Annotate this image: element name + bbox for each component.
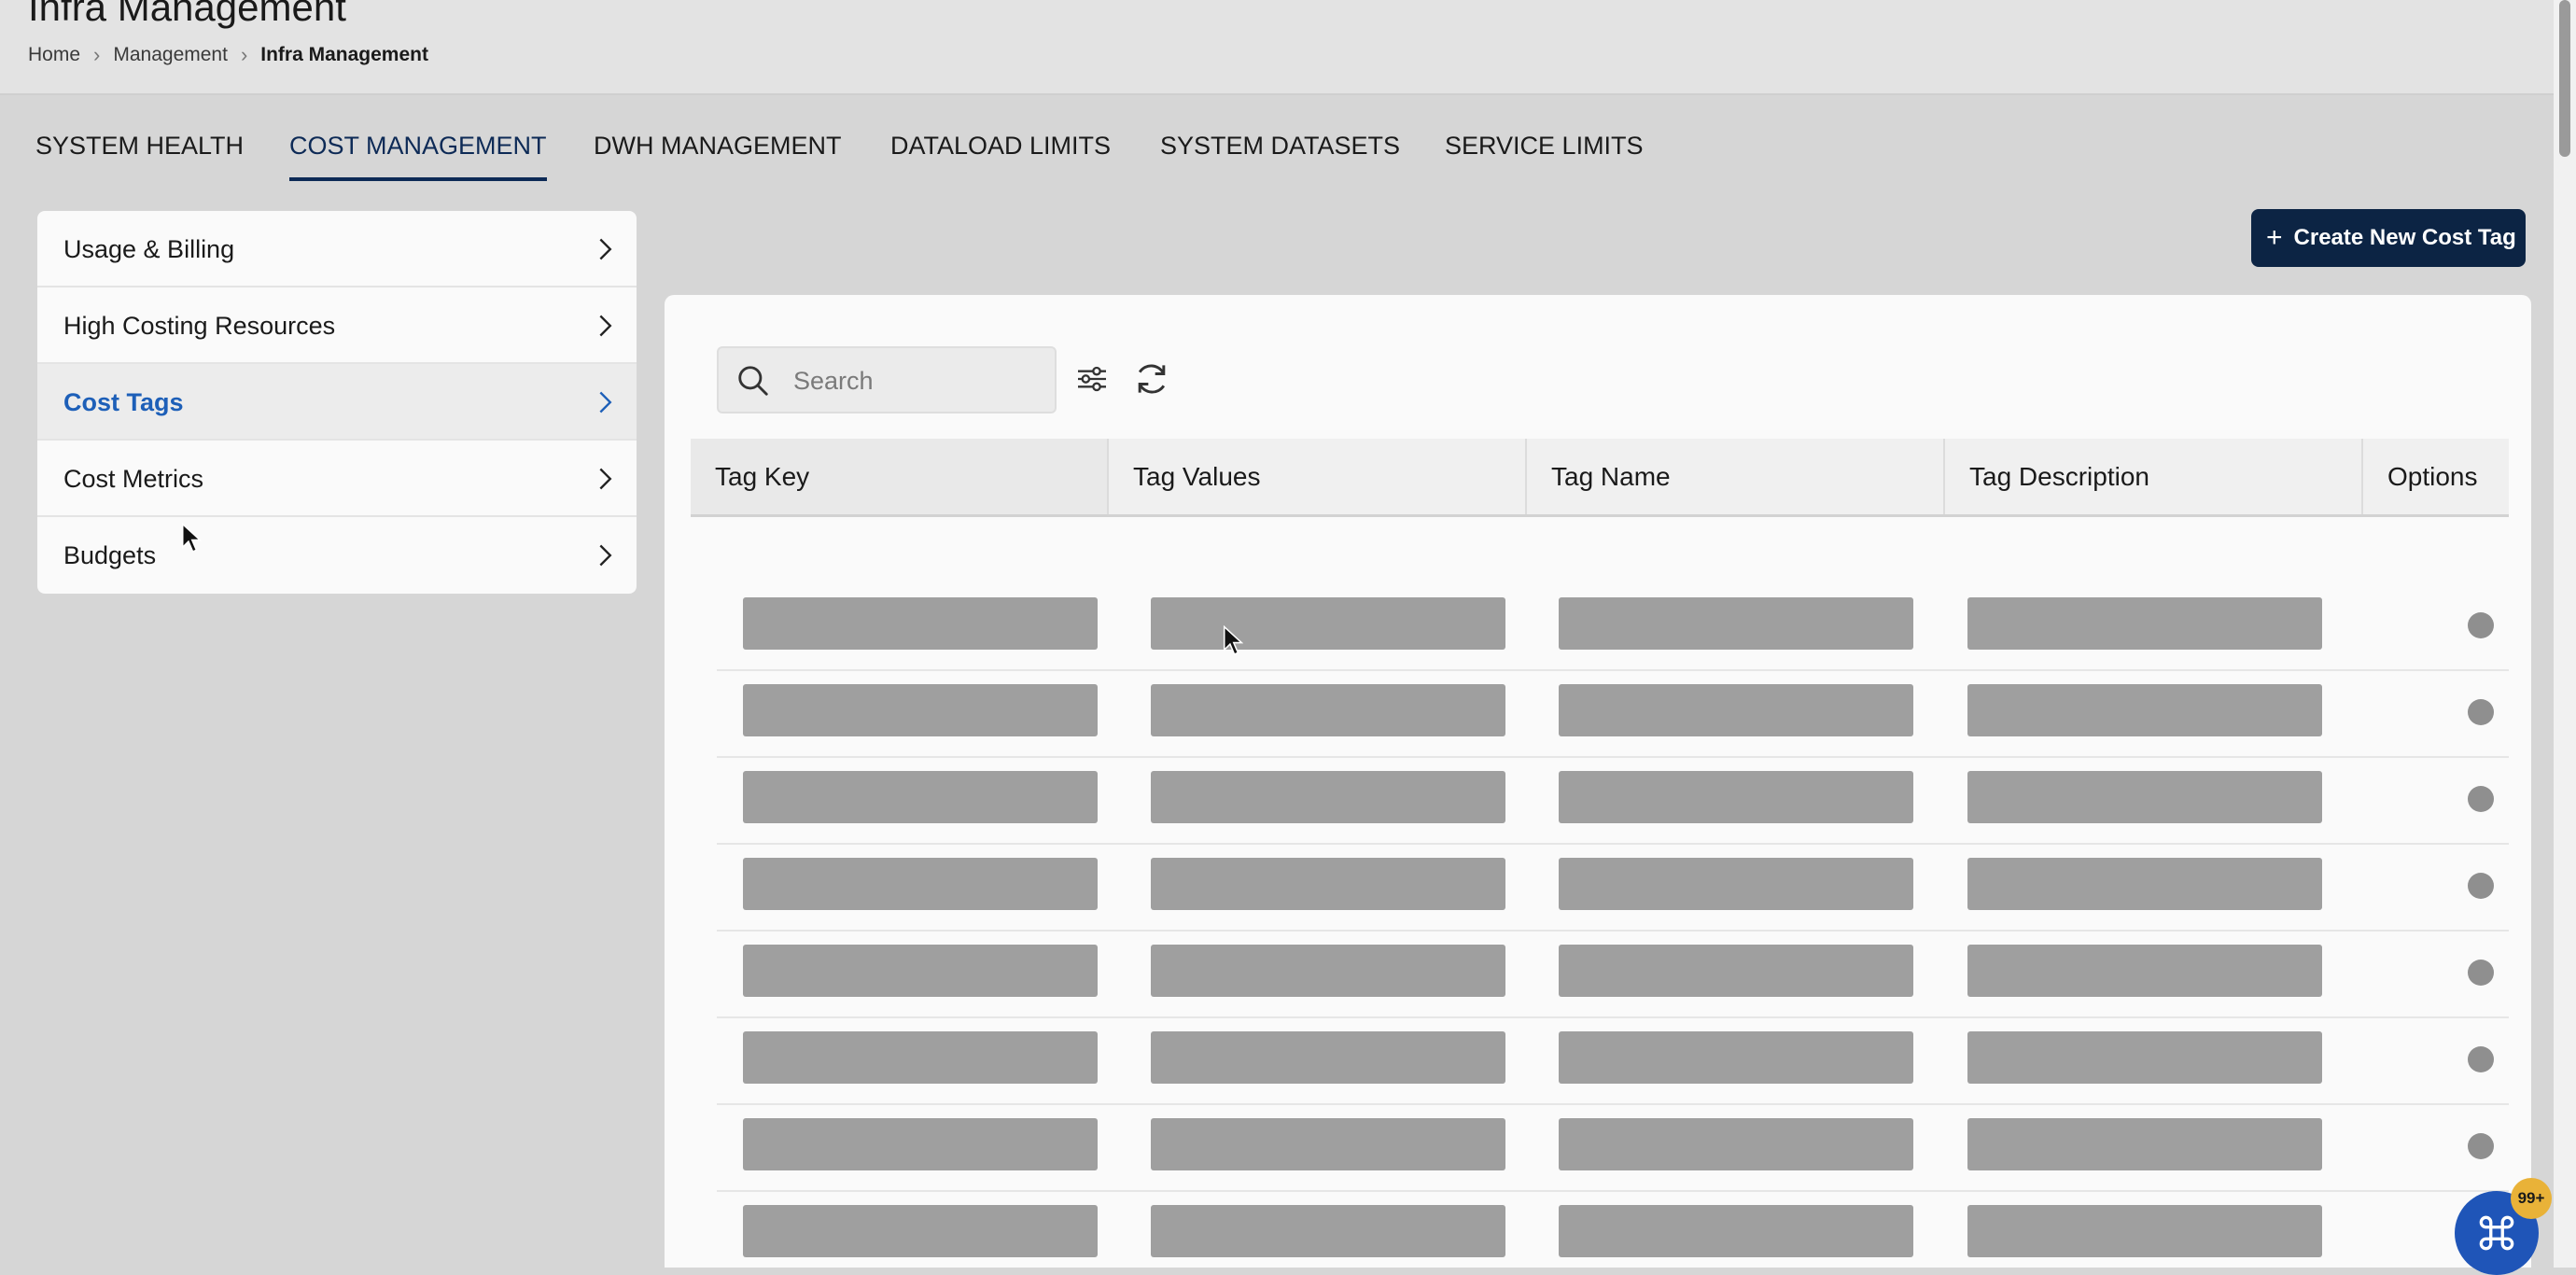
skeleton-cell bbox=[1967, 945, 2322, 997]
tab-system-datasets[interactable]: SYSTEM DATASETS bbox=[1160, 119, 1400, 177]
chevron-right-icon: › bbox=[93, 43, 101, 66]
table-row bbox=[717, 1105, 2509, 1192]
table-row bbox=[717, 758, 2509, 845]
skeleton-cell bbox=[1559, 597, 1913, 650]
skeleton-cell bbox=[743, 597, 1098, 650]
search-box bbox=[717, 346, 1057, 413]
menu-item-budgets[interactable]: Budgets bbox=[37, 517, 637, 594]
tab-cost-management[interactable]: COST MANAGEMENT bbox=[289, 119, 547, 181]
skeleton-cell bbox=[743, 771, 1098, 823]
menu-item-high-costing[interactable]: High Costing Resources bbox=[37, 287, 637, 364]
tab-dwh-management[interactable]: DWH MANAGEMENT bbox=[594, 119, 842, 177]
breadcrumb-home[interactable]: Home bbox=[28, 44, 80, 66]
search-icon bbox=[738, 366, 768, 396]
column-header-tag-name[interactable]: Tag Name bbox=[1527, 439, 1945, 514]
chevron-right-icon bbox=[599, 391, 612, 413]
plus-icon: + bbox=[2266, 222, 2283, 253]
table-row bbox=[717, 1018, 2509, 1105]
menu-item-label: Usage & Billing bbox=[63, 235, 235, 263]
chevron-right-icon bbox=[599, 544, 612, 567]
scrollbar-thumb[interactable] bbox=[2559, 0, 2570, 157]
table-header: Tag Key Tag Values Tag Name Tag Descript… bbox=[691, 439, 2509, 517]
skeleton-cell bbox=[743, 1205, 1098, 1257]
breadcrumb-current: Infra Management bbox=[260, 44, 428, 65]
create-cost-tag-label: Create New Cost Tag bbox=[2293, 225, 2516, 250]
options-placeholder bbox=[2468, 960, 2494, 986]
chevron-right-icon bbox=[599, 468, 612, 490]
search-input[interactable] bbox=[791, 348, 1047, 413]
skeleton-cell bbox=[1559, 771, 1913, 823]
skeleton-cell bbox=[1967, 597, 2322, 650]
skeleton-cell bbox=[1967, 1031, 2322, 1084]
skeleton-cell bbox=[1559, 684, 1913, 736]
skeleton-cell bbox=[1559, 858, 1913, 910]
create-cost-tag-button[interactable]: + Create New Cost Tag bbox=[2251, 209, 2526, 267]
skeleton-cell bbox=[1559, 1205, 1913, 1257]
tab-system-health[interactable]: SYSTEM HEALTH bbox=[35, 119, 244, 177]
options-placeholder bbox=[2468, 786, 2494, 812]
skeleton-cell bbox=[1151, 945, 1505, 997]
menu-item-label: Cost Tags bbox=[63, 388, 184, 416]
skeleton-cell bbox=[1967, 1205, 2322, 1257]
tab-service-limits[interactable]: SERVICE LIMITS bbox=[1445, 119, 1644, 177]
column-header-options: Options bbox=[2387, 462, 2478, 491]
table-row bbox=[717, 584, 2509, 671]
options-placeholder bbox=[2468, 873, 2494, 899]
skeleton-cell bbox=[1967, 1118, 2322, 1170]
skeleton-cell bbox=[743, 684, 1098, 736]
skeleton-cell bbox=[743, 858, 1098, 910]
skeleton-cell bbox=[1967, 771, 2322, 823]
table-row bbox=[717, 1192, 2509, 1268]
options-placeholder bbox=[2468, 1133, 2494, 1159]
column-header-tag-key[interactable]: Tag Key bbox=[691, 439, 1109, 514]
cost-tags-panel: Tag Key Tag Values Tag Name Tag Descript… bbox=[665, 295, 2531, 1268]
options-placeholder bbox=[2468, 1046, 2494, 1072]
chevron-right-icon bbox=[599, 315, 612, 337]
table-row bbox=[717, 671, 2509, 758]
table-row bbox=[717, 845, 2509, 932]
skeleton-cell bbox=[1151, 1118, 1505, 1170]
skeleton-cell bbox=[1559, 945, 1913, 997]
cost-side-menu: Usage & Billing High Costing Resources C… bbox=[37, 211, 637, 594]
skeleton-cell bbox=[1559, 1031, 1913, 1084]
skeleton-cell bbox=[1967, 858, 2322, 910]
skeleton-cell bbox=[1151, 1205, 1505, 1257]
skeleton-cell bbox=[743, 945, 1098, 997]
mouse-pointer-icon bbox=[1223, 625, 1243, 655]
menu-item-label: High Costing Resources bbox=[63, 312, 336, 340]
page-title: Infra Management bbox=[28, 0, 346, 29]
skeleton-cell bbox=[1151, 1031, 1505, 1084]
menu-item-label: Cost Metrics bbox=[63, 465, 204, 493]
skeleton-cell bbox=[743, 1118, 1098, 1170]
chevron-right-icon: › bbox=[240, 43, 248, 66]
filter-icon[interactable] bbox=[1073, 360, 1111, 398]
skeleton-cell bbox=[1151, 858, 1505, 910]
menu-item-usage-billing[interactable]: Usage & Billing bbox=[37, 211, 637, 287]
skeleton-cell bbox=[743, 1031, 1098, 1084]
skeleton-cell bbox=[1967, 684, 2322, 736]
table-row bbox=[717, 932, 2509, 1018]
command-icon bbox=[2479, 1215, 2514, 1251]
menu-item-cost-metrics[interactable]: Cost Metrics bbox=[37, 441, 637, 517]
notification-badge: 99+ bbox=[2511, 1178, 2552, 1219]
breadcrumb: Home › Management › Infra Management bbox=[28, 43, 428, 67]
skeleton-cell bbox=[1559, 1118, 1913, 1170]
options-placeholder bbox=[2468, 699, 2494, 725]
skeleton-cell bbox=[1151, 771, 1505, 823]
page-scrollbar[interactable] bbox=[2554, 0, 2576, 1268]
options-placeholder bbox=[2468, 612, 2494, 638]
menu-item-label: Budgets bbox=[63, 541, 157, 569]
chevron-right-icon bbox=[599, 238, 612, 260]
column-header-tag-values[interactable]: Tag Values bbox=[1109, 439, 1527, 514]
breadcrumb-management[interactable]: Management bbox=[113, 44, 228, 66]
column-header-tag-description[interactable]: Tag Description bbox=[1945, 439, 2363, 514]
refresh-icon[interactable] bbox=[1131, 358, 1172, 399]
mouse-pointer-icon bbox=[181, 523, 202, 553]
page-header: Infra Management Home › Management › Inf… bbox=[0, 0, 2554, 95]
tab-dataload-limits[interactable]: DATALOAD LIMITS bbox=[890, 119, 1111, 177]
skeleton-cell bbox=[1151, 597, 1505, 650]
menu-item-cost-tags[interactable]: Cost Tags bbox=[37, 364, 637, 441]
skeleton-cell bbox=[1151, 684, 1505, 736]
